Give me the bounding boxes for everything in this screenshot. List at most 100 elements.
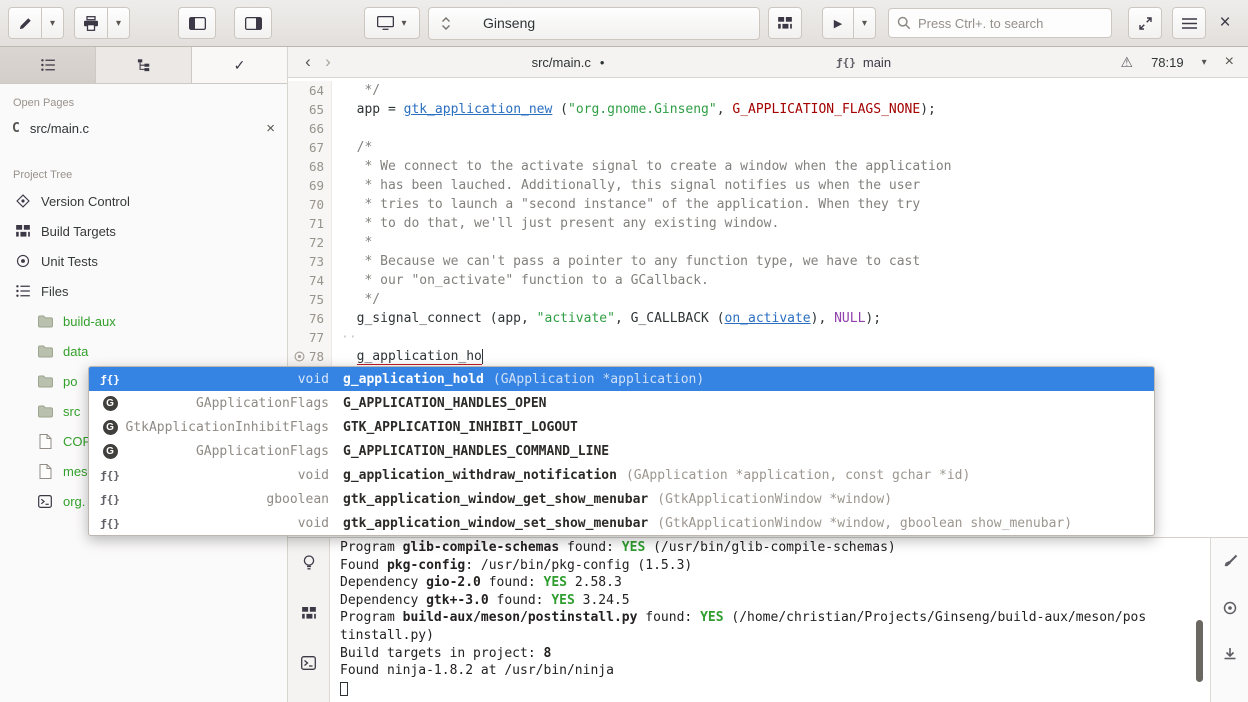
run-options-dropdown[interactable]: ▾ [854,7,876,39]
tree-item-files[interactable]: Files [0,276,287,306]
code-line-70[interactable]: 70 * tries to launch a "second instance"… [288,195,1248,214]
open-page-item[interactable]: C src/main.c × [0,114,287,142]
global-search[interactable] [888,8,1112,38]
function-icon: ƒ{} [100,493,120,506]
style-brush-button[interactable] [1218,550,1242,574]
diagnostics-button[interactable] [294,548,324,578]
run-button[interactable]: ▶ [822,7,854,39]
print-dropdown[interactable]: ▾ [108,7,130,39]
completion-item-g-application-withdraw-notification[interactable]: ƒ{}voidg_application_withdraw_notificati… [89,463,1154,487]
code-line-72[interactable]: 72 * [288,233,1248,252]
completion-popup: ƒ{}voidg_application_hold(GApplication *… [88,366,1155,536]
completion-return-type: gboolean [121,492,343,507]
code-line-text: app = gtk_application_new ("org.gnome.Gi… [332,100,936,119]
back-icon[interactable]: ‹ [298,52,318,72]
tree-item-label: src [63,404,80,419]
code-line-64[interactable]: 64 */ [288,81,1248,100]
files-icon [14,285,32,297]
terminal-button[interactable] [294,648,324,678]
completion-return-type: GApplicationFlags [121,396,343,411]
device-selector-button[interactable]: ▾ [364,7,420,39]
completion-return-type: GtkApplicationInhibitFlags [121,420,343,435]
completion-item-gtk-application-inhibit-logout[interactable]: GGtkApplicationInhibitFlagsGTK_APPLICATI… [89,415,1154,439]
close-document-icon[interactable]: × [1225,53,1234,71]
completion-item-g-application-handles-command-line[interactable]: GGApplicationFlagsG_APPLICATION_HANDLES_… [89,439,1154,463]
forward-icon[interactable]: › [318,52,338,72]
completion-item-gtk-application-window-set-show-menubar[interactable]: ƒ{}voidgtk_application_window_set_show_m… [89,511,1154,535]
gutter: 70 [288,195,332,214]
current-symbol-button[interactable]: ƒ{} main [836,55,891,70]
search-input[interactable] [918,16,1103,31]
completion-item-g-application-handles-open[interactable]: GGApplicationFlagsG_APPLICATION_HANDLES_… [89,391,1154,415]
close-page-icon[interactable]: × [266,120,275,137]
output-scrollbar-thumb[interactable] [1196,620,1203,682]
device-monitor-icon [377,16,394,30]
toggle-right-panel-button[interactable] [234,7,272,39]
edit-mode-dropdown[interactable]: ▾ [42,7,64,39]
code-line-76[interactable]: 76 g_signal_connect (app, "activate", G_… [288,309,1248,328]
completion-item-gtk-application-window-get-show-menubar[interactable]: ƒ{}gbooleangtk_application_window_get_sh… [89,487,1154,511]
terminal-icon [301,656,316,670]
output-line: Dependency gtk+-3.0 found: YES 3.24.5 [340,592,1200,610]
line-number: 71 [309,214,324,233]
download-button[interactable] [1218,642,1242,666]
code-line-66[interactable]: 66 [288,119,1248,138]
tree-item-build-aux[interactable]: build-aux [0,306,287,336]
tab-todo-checks[interactable]: ✓ [192,47,287,83]
code-line-73[interactable]: 73 * Because we can't pass a pointer to … [288,252,1248,271]
code-line-65[interactable]: 65 app = gtk_application_new ("org.gnome… [288,100,1248,119]
version-control-icon [14,194,32,208]
edit-mode-button[interactable] [8,7,42,39]
output-line: Found pkg-config: /usr/bin/pkg-config (1… [340,557,1200,575]
tree-item-label: po [63,374,77,389]
tree-item-build-targets[interactable]: Build Targets [0,216,287,246]
tree-item-label: org. [63,494,85,509]
code-line-78[interactable]: 78 g_application_ho [288,347,1248,366]
code-line-74[interactable]: 74 * our "on_activate" function to a GCa… [288,271,1248,290]
lightbulb-icon [302,555,316,571]
tab-options-chevron-icon[interactable]: ▾ [1202,57,1207,68]
tab-open-pages-list[interactable] [0,47,96,83]
tab-project-tree[interactable] [96,47,192,83]
code-line-75[interactable]: 75 */ [288,290,1248,309]
tree-item-data[interactable]: data [0,336,287,366]
build-output-button[interactable] [294,598,324,628]
line-number: 73 [309,252,324,271]
open-page-label: src/main.c [30,121,266,136]
print-button[interactable] [74,7,108,39]
code-line-text: /* [332,138,372,157]
code-line-67[interactable]: 67 /* [288,138,1248,157]
code-line-text: * [332,233,372,252]
completion-item-g-application-hold[interactable]: ƒ{}voidg_application_hold(GApplication *… [89,367,1154,391]
header-bar: ▾ ▾ ▾ Ginseng ▶ ▾ [0,0,1248,47]
tree-item-label: Files [41,284,68,299]
gutter: 68 [288,157,332,176]
toggle-left-panel-button[interactable] [178,7,216,39]
build-bricks-icon [778,17,792,29]
gutter: 76 [288,309,332,328]
code-line-68[interactable]: 68 * We connect to the activate signal t… [288,157,1248,176]
code-line-71[interactable]: 71 * to do that, we'll just present any … [288,214,1248,233]
completion-name: gtk_application_window_get_show_menubar [343,492,648,507]
code-line-69[interactable]: 69 * has been lauched. Additionally, thi… [288,176,1248,195]
folder-icon [36,345,54,358]
line-number: 66 [309,119,324,138]
pencil-icon [18,16,33,31]
tree-item-version-control[interactable]: Version Control [0,186,287,216]
omnibar-project-button[interactable]: Ginseng [428,7,760,40]
build-status-button[interactable] [768,7,802,39]
gutter: 78 [288,347,332,366]
warning-icon[interactable]: ⚠ [1121,54,1134,71]
completion-name: g_application_hold [343,372,484,387]
output-line: Found ninja-1.8.2 at /usr/bin/ninja [340,662,1200,680]
target-button[interactable] [1218,596,1242,620]
fullscreen-button[interactable] [1128,7,1162,39]
project-title: Ginseng [483,15,535,31]
build-output-terminal[interactable]: Program glib-compile-schemas found: YES … [330,538,1210,702]
code-line-77[interactable]: 77·· [288,328,1248,347]
menu-button[interactable] [1172,7,1206,39]
window-close-button[interactable]: × [1210,8,1240,38]
tree-item-unit-tests[interactable]: Unit Tests [0,246,287,276]
completion-name: G_APPLICATION_HANDLES_COMMAND_LINE [343,444,609,459]
gutter: 66 [288,119,332,138]
